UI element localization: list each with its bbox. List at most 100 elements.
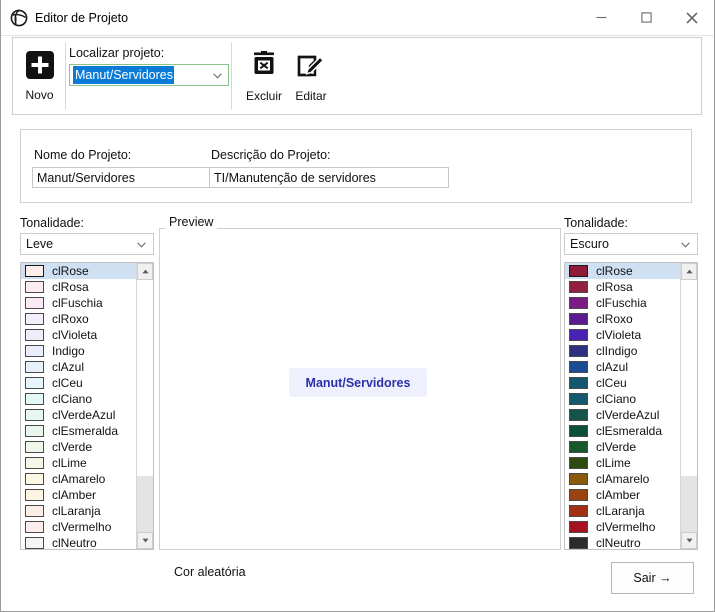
list-item[interactable]: clLaranja [565,503,680,519]
right-list-scrollbar[interactable] [680,263,697,549]
list-item[interactable]: clVerdeAzul [21,407,136,423]
list-item[interactable]: clAmarelo [21,471,136,487]
list-item[interactable]: clIndigo [565,343,680,359]
list-item[interactable]: clAmber [21,487,136,503]
find-project-combobox[interactable]: Manut/Servidores [69,64,229,86]
list-item[interactable]: clLaranja [21,503,136,519]
left-tone-label: Tonalidade: [20,216,84,230]
color-swatch [569,425,588,437]
left-scroll-up-button[interactable] [137,263,153,280]
project-description-input[interactable] [209,167,449,188]
chevron-down-icon[interactable] [213,68,222,82]
list-item-label: clLaranja [52,504,101,518]
list-item-label: clAmber [596,488,641,502]
list-item[interactable]: clEsmeralda [565,423,680,439]
list-item[interactable]: clRosa [565,279,680,295]
color-swatch [569,297,588,309]
color-swatch [25,345,44,357]
list-item[interactable]: clRosa [21,279,136,295]
list-item-label: clVerdeAzul [52,408,116,422]
list-item[interactable]: clFuschia [565,295,680,311]
list-item-label: clRose [596,264,633,278]
list-item[interactable]: clAmber [565,487,680,503]
color-swatch [25,281,44,293]
list-item[interactable]: clVermelho [21,519,136,535]
left-list-scrollbar[interactable] [136,263,153,549]
chevron-down-icon[interactable] [137,237,146,251]
color-swatch [569,489,588,501]
list-item[interactable]: clVioleta [21,327,136,343]
list-item[interactable]: clCeu [565,375,680,391]
list-item[interactable]: Indigo [21,343,136,359]
right-scroll-thumb[interactable] [681,476,697,534]
list-item[interactable]: clVioleta [565,327,680,343]
list-item-label: clVioleta [596,328,642,342]
exit-button[interactable]: Sair → [611,562,694,594]
preview-project-button[interactable]: Manut/Servidores [289,368,427,397]
right-scroll-down-button[interactable] [681,532,697,549]
edit-button[interactable]: Editar [286,42,336,112]
color-swatch [25,505,44,517]
list-item-label: clVioleta [52,328,98,342]
left-scroll-thumb[interactable] [137,476,153,534]
list-item[interactable]: clCiano [21,391,136,407]
delete-button-label: Excluir [245,89,282,103]
project-name-input[interactable] [32,167,224,188]
left-color-list-items[interactable]: clRose clRosa clFuschia clRoxo clVioleta Indi… [21,263,136,549]
app-window: Editor de Projeto Novo Localizar projeto… [0,0,715,612]
left-color-listbox[interactable]: clRose clRosa clFuschia clRoxo clVioleta Indi… [20,262,154,550]
list-item[interactable]: clVerde [565,439,680,455]
right-scroll-track[interactable] [681,280,697,534]
list-item[interactable]: clCeu [21,375,136,391]
color-swatch [25,441,44,453]
list-item-label: clRoxo [52,312,89,326]
list-item[interactable]: clAzul [565,359,680,375]
list-item-label: clRose [52,264,89,278]
delete-button[interactable]: Excluir [239,42,289,112]
color-swatch [25,409,44,421]
new-button[interactable]: Novo [16,41,63,111]
list-item[interactable]: clRoxo [21,311,136,327]
right-color-list-items[interactable]: clRose clRosa clFuschia clRoxo clVioleta clIn… [565,263,680,549]
list-item-label: clAzul [596,360,629,374]
list-item[interactable]: clRoxo [565,311,680,327]
left-scroll-down-button[interactable] [137,532,153,549]
color-swatch [25,265,44,277]
right-scroll-up-button[interactable] [681,263,697,280]
color-swatch [25,425,44,437]
list-item[interactable]: clLime [21,455,136,471]
left-scroll-track[interactable] [137,280,153,534]
maximize-button[interactable] [624,0,669,35]
window-title: Editor de Projeto [35,10,129,25]
color-swatch [569,441,588,453]
list-item[interactable]: clVerde [21,439,136,455]
new-button-label: Novo [25,88,54,102]
right-tone-combobox[interactable]: Escuro [564,233,698,255]
list-item[interactable]: clRose [21,263,136,279]
list-item[interactable]: clVerdeAzul [565,407,680,423]
list-item-label: clIndigo [596,344,638,358]
list-item-label: clCiano [596,392,637,406]
right-color-listbox[interactable]: clRose clRosa clFuschia clRoxo clVioleta clIn… [564,262,698,550]
edit-button-label: Editar [295,89,327,103]
color-swatch [569,361,588,373]
color-swatch [569,537,588,549]
list-item[interactable]: clNeutro [21,535,136,549]
list-item[interactable]: clNeutro [565,535,680,549]
list-item[interactable]: clAmarelo [565,471,680,487]
minimize-button[interactable] [579,0,624,35]
chevron-down-icon[interactable] [681,237,690,251]
list-item[interactable]: clEsmeralda [21,423,136,439]
list-item[interactable]: clCiano [565,391,680,407]
title-bar-left: Editor de Projeto [1,9,579,27]
close-button[interactable] [669,0,714,35]
color-swatch [25,361,44,373]
list-item-label: clVerdeAzul [596,408,660,422]
list-item[interactable]: clFuschia [21,295,136,311]
list-item[interactable]: clRose [565,263,680,279]
list-item[interactable]: clAzul [21,359,136,375]
left-tone-value: Leve [26,237,54,251]
list-item[interactable]: clVermelho [565,519,680,535]
left-tone-combobox[interactable]: Leve [20,233,154,255]
list-item[interactable]: clLime [565,455,680,471]
